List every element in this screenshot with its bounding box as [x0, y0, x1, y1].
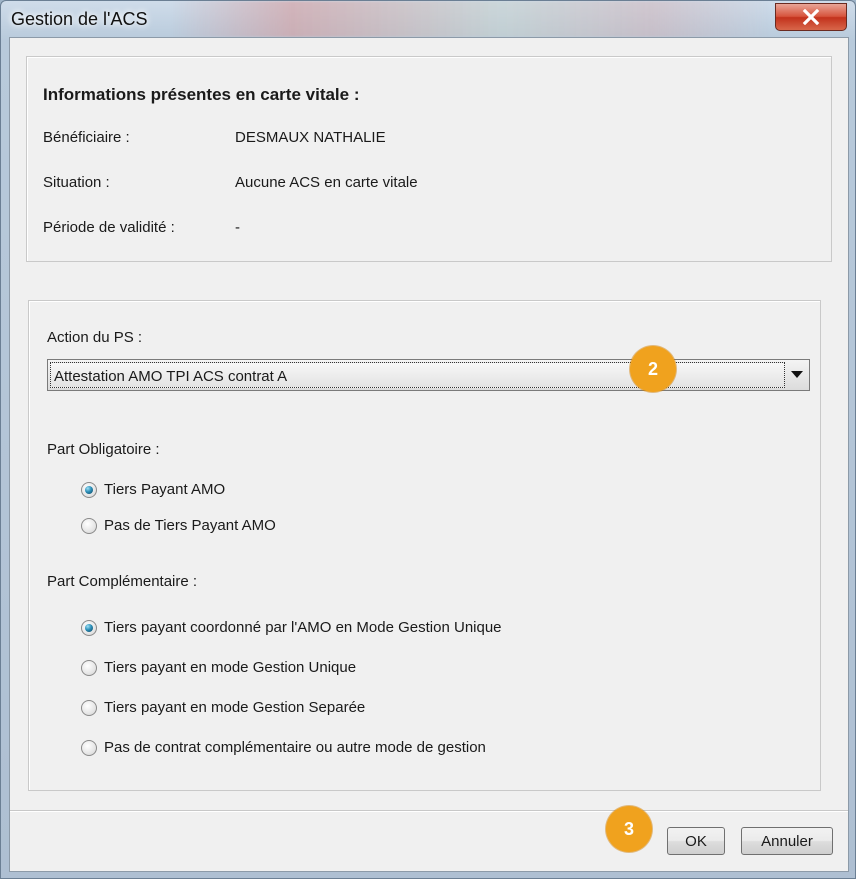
- title-bar-glass-backdrop: [171, 1, 771, 37]
- situation-value: Aucune ACS en carte vitale: [235, 174, 418, 191]
- radio-label: Pas de contrat complémentaire ou autre m…: [104, 739, 486, 756]
- acs-dialog-window: Gestion de l'ACS Informations présentes …: [0, 0, 856, 879]
- ok-button[interactable]: OK: [667, 827, 725, 855]
- dropdown-arrow-icon[interactable]: [785, 360, 809, 390]
- radio-pas-de-contrat[interactable]: Pas de contrat complémentaire ou autre m…: [81, 739, 486, 756]
- radio-button-checked[interactable]: [81, 619, 97, 636]
- window-title: Gestion de l'ACS: [11, 9, 148, 29]
- radio-label: Pas de Tiers Payant AMO: [104, 517, 276, 534]
- card-info-group: Informations présentes en carte vitale :…: [26, 56, 832, 262]
- close-icon: [802, 9, 820, 25]
- radio-button[interactable]: [81, 739, 97, 756]
- step-badge-2: 2: [630, 346, 676, 392]
- action-ps-label: Action du PS :: [47, 329, 143, 346]
- periode-validite-value: -: [235, 219, 240, 236]
- radio-button[interactable]: [81, 659, 97, 676]
- beneficiaire-label: Bénéficiaire :: [43, 129, 130, 146]
- radio-gestion-unique[interactable]: Tiers payant en mode Gestion Unique: [81, 659, 356, 676]
- radio-tiers-payant-amo[interactable]: Tiers Payant AMO: [81, 481, 225, 498]
- footer-separator: [10, 810, 848, 812]
- radio-tiers-payant-coordonne[interactable]: Tiers payant coordonné par l'AMO en Mode…: [81, 619, 502, 636]
- radio-pas-de-tiers-payant-amo[interactable]: Pas de Tiers Payant AMO: [81, 517, 276, 534]
- beneficiaire-value: DESMAUX NATHALIE: [235, 129, 386, 146]
- dialog-client-area: Informations présentes en carte vitale :…: [9, 37, 849, 872]
- radio-label: Tiers payant en mode Gestion Unique: [104, 659, 357, 676]
- card-info-heading: Informations présentes en carte vitale :: [43, 85, 360, 104]
- periode-validite-label: Période de validité :: [43, 219, 175, 236]
- cancel-button[interactable]: Annuler: [741, 827, 833, 855]
- step-badge-3: 3: [606, 806, 652, 852]
- radio-label: Tiers Payant AMO: [104, 481, 226, 498]
- action-group: Action du PS : Attestation AMO TPI ACS c…: [28, 300, 821, 791]
- radio-gestion-separee[interactable]: Tiers payant en mode Gestion Separée: [81, 699, 365, 716]
- close-button[interactable]: [775, 3, 847, 31]
- radio-label: Tiers payant en mode Gestion Separée: [104, 699, 366, 716]
- situation-label: Situation :: [43, 174, 110, 191]
- radio-button-checked[interactable]: [81, 481, 97, 498]
- part-complementaire-label: Part Complémentaire :: [47, 573, 198, 590]
- radio-label: Tiers payant coordonné par l'AMO en Mode…: [104, 619, 502, 636]
- title-bar[interactable]: Gestion de l'ACS: [1, 1, 855, 37]
- part-obligatoire-label: Part Obligatoire :: [47, 441, 160, 458]
- radio-button[interactable]: [81, 517, 97, 534]
- radio-button[interactable]: [81, 699, 97, 716]
- action-ps-dropdown[interactable]: Attestation AMO TPI ACS contrat A: [47, 359, 810, 391]
